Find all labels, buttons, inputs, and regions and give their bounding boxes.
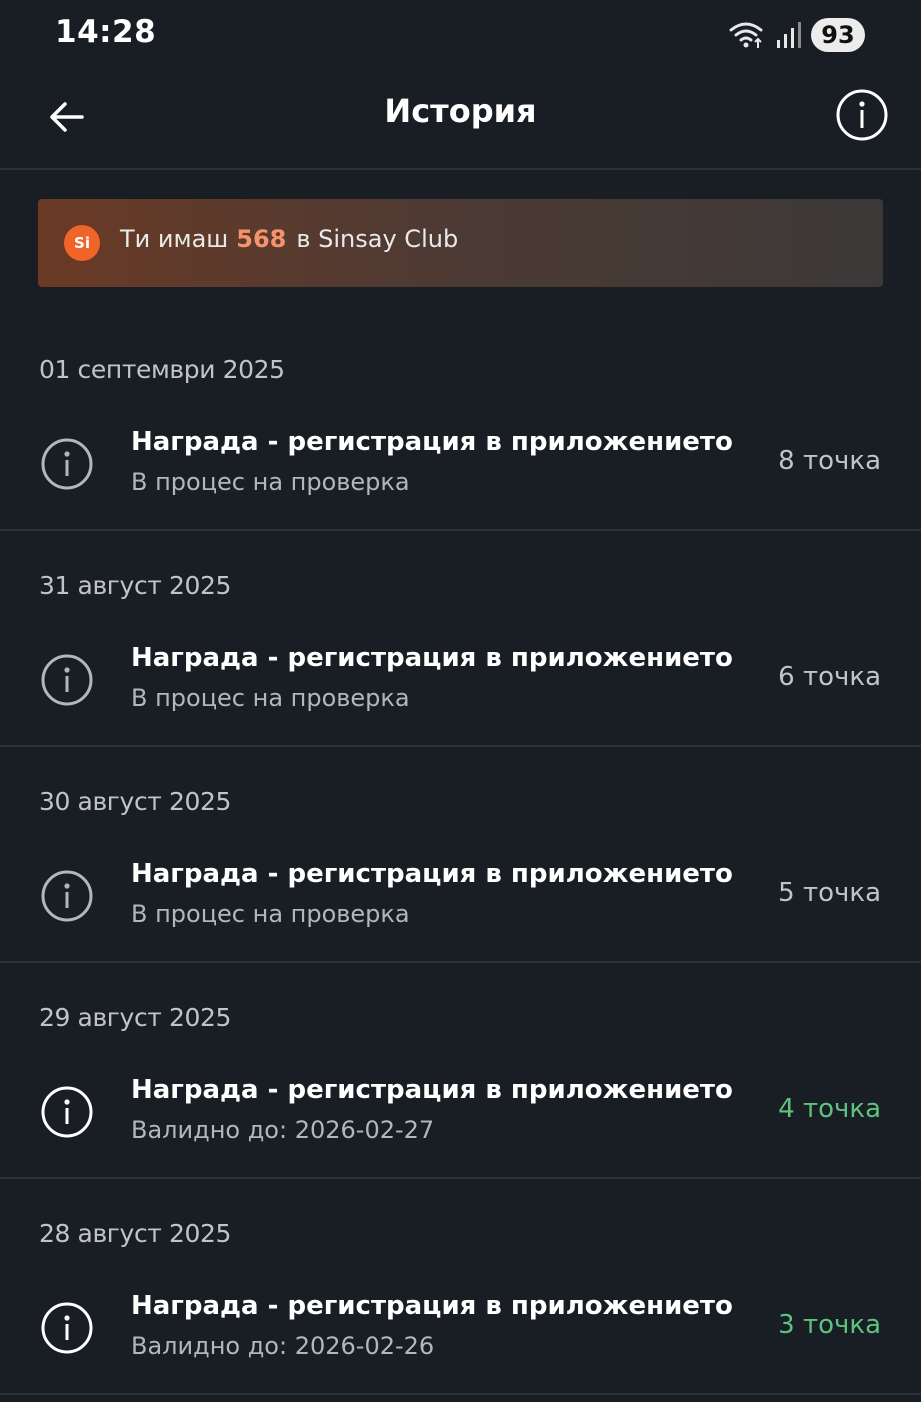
entry-date: 01 септември 2025 bbox=[39, 355, 285, 384]
points-balance: 568 bbox=[236, 225, 287, 253]
app-bar: История bbox=[0, 70, 921, 168]
entry-subtitle: В процес на проверка bbox=[131, 684, 410, 712]
info-button[interactable] bbox=[835, 88, 889, 142]
info-circle-icon bbox=[41, 438, 93, 490]
entry-points: 4 точка bbox=[778, 1094, 881, 1124]
page-title: История bbox=[384, 92, 537, 130]
header-divider bbox=[0, 168, 921, 170]
entry-points: 5 точка bbox=[778, 878, 881, 908]
points-prefix: Ти имаш bbox=[120, 225, 229, 253]
entry-title: Награда - регистрация в приложението bbox=[131, 643, 733, 673]
entry-title: Награда - регистрация в приложението bbox=[131, 1075, 733, 1105]
entry-title: Награда - регистрация в приложението bbox=[131, 859, 733, 889]
signal-icon bbox=[777, 22, 801, 48]
entry-subtitle: В процес на проверка bbox=[131, 900, 410, 928]
info-circle-icon bbox=[41, 1086, 93, 1138]
info-circle-icon bbox=[41, 870, 93, 922]
wifi-icon bbox=[729, 22, 763, 48]
entry-date: 28 август 2025 bbox=[39, 1219, 232, 1248]
entry-title: Награда - регистрация в приложението bbox=[131, 1291, 733, 1321]
points-banner: Si Ти имаш 568 в Sinsay Club bbox=[38, 199, 883, 287]
info-circle-icon bbox=[41, 654, 93, 706]
row-divider bbox=[0, 961, 921, 963]
row-divider bbox=[0, 529, 921, 531]
entry-date: 31 август 2025 bbox=[39, 571, 232, 600]
status-time: 14:28 bbox=[55, 14, 157, 50]
row-divider bbox=[0, 1393, 921, 1395]
info-circle-icon bbox=[41, 1302, 93, 1354]
entry-date: 30 август 2025 bbox=[39, 787, 232, 816]
entry-points: 6 точка bbox=[778, 662, 881, 692]
row-divider bbox=[0, 1177, 921, 1179]
points-suffix: в Sinsay Club bbox=[296, 225, 459, 253]
battery-indicator: 93 bbox=[811, 18, 865, 52]
entry-subtitle: В процес на проверка bbox=[131, 468, 410, 496]
points-summary: Ти имаш 568 в Sinsay Club bbox=[120, 225, 458, 253]
entry-points: 3 точка bbox=[778, 1310, 881, 1340]
entry-subtitle: Валидно до: 2026-02-27 bbox=[131, 1116, 435, 1144]
info-circle-icon bbox=[836, 89, 888, 141]
sinsay-logo: Si bbox=[64, 225, 100, 261]
status-bar: 14:28 93 bbox=[0, 0, 921, 70]
status-icons: 93 bbox=[727, 17, 865, 53]
entry-title: Награда - регистрация в приложението bbox=[131, 427, 733, 457]
entry-subtitle: Валидно до: 2026-02-26 bbox=[131, 1332, 435, 1360]
entry-date: 29 август 2025 bbox=[39, 1003, 232, 1032]
row-divider bbox=[0, 745, 921, 747]
entry-points: 8 точка bbox=[778, 446, 881, 476]
